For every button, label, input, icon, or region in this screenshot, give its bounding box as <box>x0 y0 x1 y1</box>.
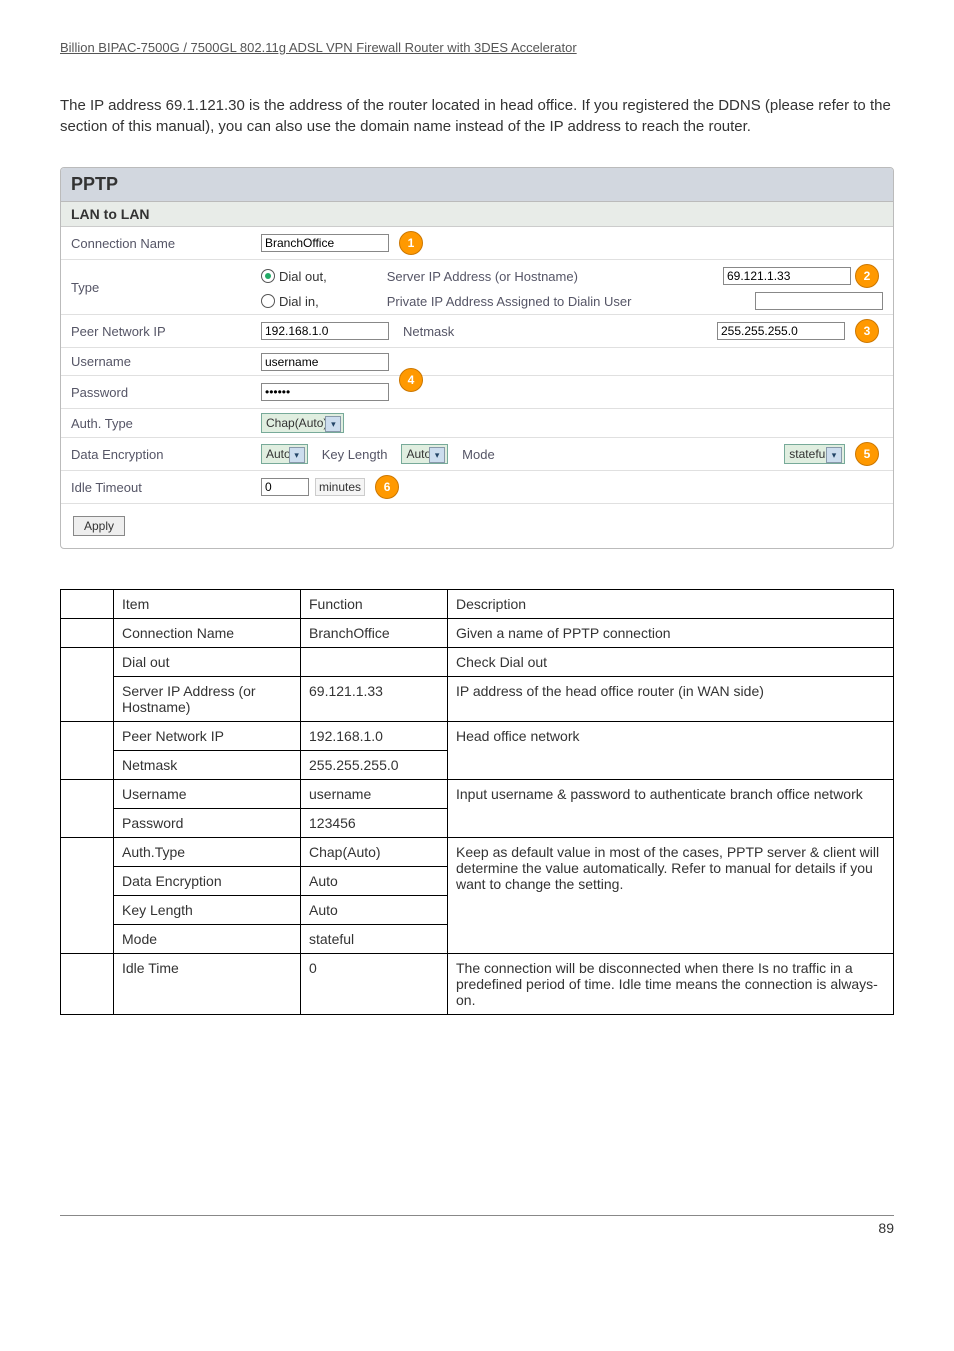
description-table: Item Function Description Connection Nam… <box>60 589 894 1015</box>
chevron-down-icon: ▾ <box>826 447 842 463</box>
callout-1: 1 <box>399 231 423 255</box>
connection-name-input[interactable] <box>261 234 389 252</box>
page-header: Billion BIPAC-7500G / 7500GL 802.11g ADS… <box>60 40 894 55</box>
intro-paragraph: The IP address 69.1.121.30 is the addres… <box>60 95 894 137</box>
table-row: Dial outCheck Dial out <box>61 648 894 677</box>
apply-button[interactable]: Apply <box>73 516 125 536</box>
callout-3: 3 <box>855 319 879 343</box>
server-ip-input[interactable] <box>723 267 851 285</box>
data-encryption-select[interactable]: Auto▾ <box>261 444 308 464</box>
type-label: Type <box>61 274 251 301</box>
netmask-label: Netmask <box>403 324 454 339</box>
table-row: Peer Network IP192.168.1.0Head office ne… <box>61 722 894 751</box>
private-ip-input[interactable] <box>755 292 883 310</box>
connection-name-label: Connection Name <box>61 230 251 257</box>
auth-type-select[interactable]: Chap(Auto)▾ <box>261 413 344 433</box>
page-number: 89 <box>60 1215 894 1236</box>
password-label: Password <box>61 379 251 406</box>
table-row: Server IP Address (or Hostname)69.121.1.… <box>61 677 894 722</box>
lan-to-lan-section: LAN to LAN <box>61 202 893 227</box>
callout-6: 6 <box>375 475 399 499</box>
mode-label: Mode <box>462 447 495 462</box>
callout-2: 2 <box>855 264 879 288</box>
password-input[interactable] <box>261 383 389 401</box>
intro-text-2: address of the router located in head of… <box>289 97 891 114</box>
callout-5: 5 <box>855 442 879 466</box>
dial-out-label: Dial out, <box>279 269 327 284</box>
pptp-title: PPTP <box>61 168 893 202</box>
netmask-input[interactable] <box>717 322 845 340</box>
server-ip-label: Server IP Address (or Hostname) <box>387 269 578 284</box>
peer-network-ip-input[interactable] <box>261 322 389 340</box>
callout-4: 4 <box>399 368 423 392</box>
intro-text-3: section of this manual), you can also us… <box>60 118 751 135</box>
username-label: Username <box>61 348 251 375</box>
mode-select[interactable]: stateful▾ <box>784 444 845 464</box>
auth-type-label: Auth. Type <box>61 410 251 437</box>
table-row: UsernameusernameInput username & passwor… <box>61 780 894 809</box>
minutes-label: minutes <box>315 478 365 496</box>
dial-in-label: Dial in, <box>279 294 319 309</box>
idle-timeout-input[interactable] <box>261 478 309 496</box>
data-encryption-label: Data Encryption <box>61 441 251 468</box>
key-length-select[interactable]: Auto▾ <box>401 444 448 464</box>
pptp-panel: PPTP LAN to LAN Connection Name 1 Type D… <box>60 167 894 549</box>
intro-text-1: The IP address 69.1.121.30 is the <box>60 97 285 114</box>
table-row: Auth.TypeChap(Auto)Keep as default value… <box>61 838 894 867</box>
table-row: Connection NameBranchOfficeGiven a name … <box>61 619 894 648</box>
table-row: Item Function Description <box>61 590 894 619</box>
dial-out-radio[interactable] <box>261 269 275 283</box>
key-length-label: Key Length <box>322 447 388 462</box>
idle-timeout-label: Idle Timeout <box>61 474 251 501</box>
peer-network-ip-label: Peer Network IP <box>61 318 251 345</box>
username-input[interactable] <box>261 353 389 371</box>
chevron-down-icon: ▾ <box>429 447 445 463</box>
chevron-down-icon: ▾ <box>325 416 341 432</box>
dial-in-radio[interactable] <box>261 294 275 308</box>
chevron-down-icon: ▾ <box>289 447 305 463</box>
private-ip-label: Private IP Address Assigned to Dialin Us… <box>387 294 632 309</box>
table-row: Idle Time0The connection will be disconn… <box>61 954 894 1015</box>
